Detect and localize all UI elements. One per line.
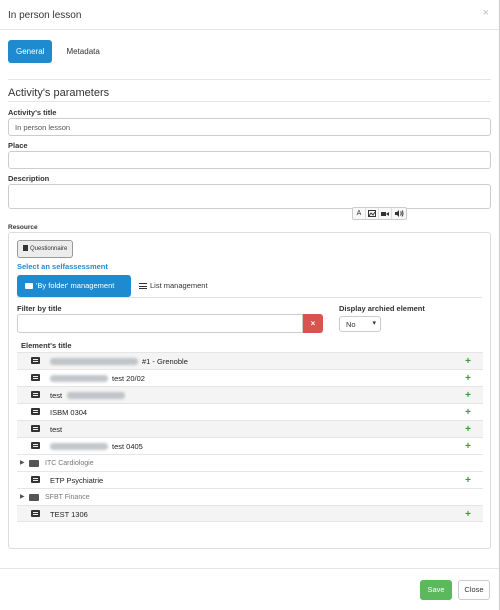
list-item[interactable]: test 0405 + (17, 437, 483, 454)
list-alt-icon (31, 510, 40, 517)
place-label: Place (8, 141, 28, 150)
folder-management-button[interactable]: 'By folder' management (17, 275, 131, 297)
title-label: Activity's title (8, 108, 57, 117)
folder-open-icon (25, 283, 33, 289)
list-icon (139, 283, 147, 289)
folder-item[interactable]: ▶ SFBT Finance (17, 488, 483, 505)
element-label: test 0405 (112, 442, 143, 451)
activity-modal: In person lesson × General Metadata Acti… (0, 0, 500, 610)
element-label: #1 - Grenoble (142, 357, 188, 366)
folder-item[interactable]: ▶ ITC Cardiologie (17, 454, 483, 471)
list-alt-icon (31, 391, 40, 398)
folder-label: ITC Cardiologie (45, 460, 94, 467)
redacted-text (50, 443, 108, 450)
element-list: #1 - Grenoble + test 20/02 + test + ISBM… (17, 352, 483, 522)
list-alt-icon (31, 425, 40, 432)
redacted-text (50, 375, 108, 382)
list-alt-icon (31, 442, 40, 449)
folder-icon (29, 460, 39, 467)
video-icon[interactable] (379, 208, 392, 219)
redacted-text (50, 358, 138, 365)
list-item[interactable]: ISBM 0304 + (17, 403, 483, 420)
list-item[interactable]: test 20/02 + (17, 369, 483, 386)
folder-label: SFBT Finance (45, 494, 90, 501)
list-alt-icon (31, 374, 40, 381)
list-item[interactable]: TEST 1306 + (17, 505, 483, 522)
section-title: Activity's parameters (8, 87, 110, 99)
modal-header: In person lesson × (0, 0, 499, 30)
redacted-text (67, 392, 125, 399)
list-item[interactable]: test + (17, 386, 483, 403)
list-management-label: List management (150, 281, 208, 290)
element-label: TEST 1306 (50, 510, 88, 519)
add-icon[interactable]: + (465, 421, 471, 438)
modal-title: In person lesson (8, 10, 82, 21)
add-icon[interactable]: + (465, 438, 471, 455)
title-input[interactable]: In person lesson (8, 118, 491, 136)
element-label: ISBM 0304 (50, 408, 88, 417)
element-label: test (50, 425, 63, 434)
archived-label: Display archied element (339, 304, 425, 313)
filter-label: Filter by title (17, 304, 62, 313)
questionnaire-button[interactable]: Questionnaire (17, 240, 74, 258)
caret-right-icon[interactable]: ▶ (20, 489, 25, 506)
questionnaire-label: Questionnaire (30, 246, 68, 252)
archived-select[interactable]: No ▾ (339, 316, 381, 332)
file-icon (23, 245, 28, 251)
caret-right-icon[interactable]: ▶ (20, 455, 25, 472)
divider (17, 297, 482, 298)
list-item[interactable]: test + (17, 420, 483, 437)
description-textarea[interactable] (8, 184, 491, 209)
element-label: ETP Psychiatrie (50, 476, 104, 485)
element-label: test 20/02 (112, 374, 145, 383)
save-button[interactable]: Save (420, 580, 452, 600)
add-icon[interactable]: + (465, 353, 471, 370)
add-icon[interactable]: + (465, 370, 471, 387)
add-icon[interactable]: + (465, 404, 471, 421)
list-alt-icon (31, 476, 40, 483)
folder-icon (29, 494, 39, 501)
list-alt-icon (31, 357, 40, 364)
element-label: test (50, 391, 63, 400)
add-icon[interactable]: + (465, 472, 471, 489)
place-input[interactable] (8, 151, 491, 169)
resource-panel: Questionnaire Select an selfassessment '… (8, 232, 491, 549)
audio-icon[interactable] (392, 208, 406, 219)
tab-bar: General Metadata (8, 40, 114, 64)
add-icon[interactable]: + (465, 387, 471, 404)
element-title-header: Element's title (21, 341, 72, 350)
close-button[interactable]: Close (458, 580, 490, 600)
image-icon[interactable] (366, 208, 379, 219)
archived-value: No (346, 320, 356, 329)
list-alt-icon (31, 408, 40, 415)
divider (8, 101, 491, 102)
tab-general[interactable]: General (8, 40, 53, 63)
list-item[interactable]: #1 - Grenoble + (17, 352, 483, 369)
close-icon[interactable]: × (483, 7, 489, 19)
description-label: Description (8, 174, 50, 183)
divider (8, 79, 491, 80)
text-format-button[interactable]: A (353, 208, 366, 219)
editor-toolbar: A (352, 207, 407, 220)
filter-input[interactable] (17, 314, 303, 333)
select-selfassessment-link[interactable]: Select an selfassessment (17, 262, 108, 271)
divider (0, 568, 499, 569)
add-icon[interactable]: + (465, 506, 471, 523)
clear-filter-button[interactable]: × (303, 314, 323, 333)
chevron-down-icon: ▾ (372, 320, 376, 327)
list-item[interactable]: ETP Psychiatrie + (17, 471, 483, 488)
tab-metadata[interactable]: Metadata (58, 40, 107, 63)
resource-label: Resource (8, 224, 38, 231)
folder-management-label: 'By folder' management (36, 281, 115, 290)
list-management-button[interactable]: List management (139, 275, 208, 297)
